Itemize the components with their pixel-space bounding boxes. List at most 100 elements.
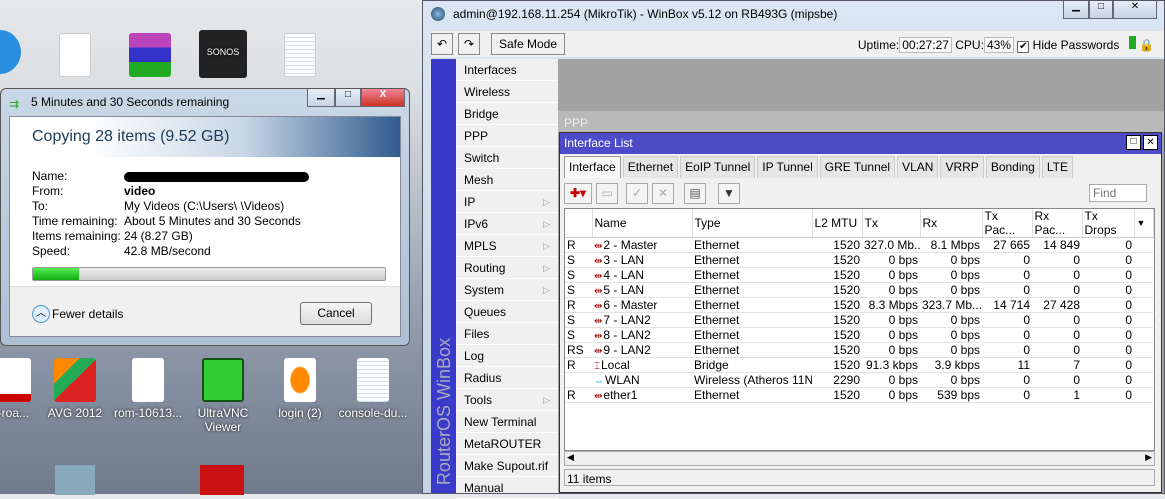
menu-item-wireless[interactable]: Wireless xyxy=(456,81,558,103)
add-button[interactable]: ✚▾ xyxy=(564,183,592,204)
safe-mode-button[interactable]: Safe Mode xyxy=(491,33,565,55)
ppp-window-title[interactable]: PPP xyxy=(558,111,1164,133)
menu-item-make-supout-rif[interactable]: Make Supout.rif xyxy=(456,455,558,477)
fewer-details-link[interactable]: Fewer details xyxy=(52,307,123,321)
remove-button[interactable]: ▭ xyxy=(596,183,618,204)
column-header[interactable]: Tx Drops xyxy=(1082,209,1135,238)
menu-item-system[interactable]: System ▷ xyxy=(456,279,558,301)
menu-item-manual[interactable]: Manual xyxy=(456,477,558,499)
desktop-icon-avg[interactable]: AVG 2012 xyxy=(35,358,115,420)
table-row[interactable]: S ⇹5 - LAN Ethernet 1520 0 bps 0 bps 0 0 0 xyxy=(565,282,1153,298)
cell-rx-packets: 27 428 xyxy=(1032,297,1082,313)
comment-button[interactable]: ▤ xyxy=(684,183,706,204)
desktop-icon-login[interactable]: login (2) xyxy=(260,358,340,420)
table-row[interactable]: S ⇹3 - LAN Ethernet 1520 0 bps 0 bps 0 0 0 xyxy=(565,252,1153,268)
cell-name: ⇔WLAN xyxy=(592,372,692,388)
tab-lte[interactable]: LTE xyxy=(1041,156,1073,178)
value-from[interactable]: video xyxy=(124,184,155,199)
tab-vlan[interactable]: VLAN xyxy=(897,156,939,178)
maximize-button[interactable]: □ xyxy=(1089,1,1113,19)
desktop-icon-sonos[interactable]: SONOS xyxy=(183,30,263,82)
menu-item-mpls[interactable]: MPLS ▷ xyxy=(456,235,558,257)
table-row[interactable]: RS ⇹9 - LAN2 Ethernet 1520 0 bps 0 bps 0 0 0 xyxy=(565,342,1153,358)
find-input[interactable] xyxy=(1089,184,1147,202)
table-row[interactable]: S ⇹7 - LAN2 Ethernet 1520 0 bps 0 bps 0 0 0 xyxy=(565,312,1153,328)
cancel-button[interactable]: Cancel xyxy=(300,302,372,325)
desktop-icon-rom[interactable]: rom-10613... xyxy=(108,358,188,420)
menu-item-log[interactable]: Log xyxy=(456,345,558,367)
column-header[interactable]: Rx Pac... xyxy=(1032,209,1083,238)
tab-ethernet[interactable]: Ethernet xyxy=(622,156,679,178)
menu-item-radius[interactable]: Radius xyxy=(456,367,558,389)
interface-list-window: Interface List □ ✕ Interface Ethernet EoIP… xyxy=(559,132,1162,493)
maximize-button[interactable]: □ xyxy=(1126,135,1141,150)
menu-item-mesh[interactable]: Mesh xyxy=(456,169,558,191)
column-header[interactable]: Tx Pac... xyxy=(982,209,1033,238)
desktop-icon-text[interactable] xyxy=(260,33,340,81)
menu-item-metarouter[interactable]: MetaROUTER xyxy=(456,433,558,455)
tab-bonding[interactable]: Bonding xyxy=(985,156,1040,178)
column-chooser-icon[interactable]: ▼ xyxy=(1134,209,1154,238)
table-row[interactable]: R ⇹6 - Master Ethernet 1520 8.3 Mbps 323.7 Mb… xyxy=(565,297,1153,313)
cell-text: 0 xyxy=(1125,313,1132,327)
value-to[interactable]: My Videos (C:\Users\ \Videos) xyxy=(124,199,284,214)
submenu-arrow-icon: ▷ xyxy=(543,197,550,207)
minimize-button[interactable]: ▁ xyxy=(1063,1,1089,19)
desktop-icon-ultravnc[interactable]: UltraVNC Viewer xyxy=(183,358,263,434)
column-header[interactable]: Name xyxy=(592,209,693,238)
minimize-button[interactable]: ▁ xyxy=(307,89,335,107)
desktop-icon-quicktime[interactable] xyxy=(0,30,40,78)
chevron-up-icon[interactable]: ︿ xyxy=(32,305,50,323)
close-button[interactable]: X xyxy=(361,89,405,107)
value-items-remaining: 24 (8.27 GB) xyxy=(124,229,193,243)
menu-item-bridge[interactable]: Bridge xyxy=(456,103,558,125)
table-row[interactable]: S ⇹8 - LAN2 Ethernet 1520 0 bps 0 bps 0 0 0 xyxy=(565,327,1153,343)
menu-item-routing[interactable]: Routing ▷ xyxy=(456,257,558,279)
menu-item-label: IP xyxy=(464,195,476,209)
table-row[interactable]: R ⇹2 - Master Ethernet 1520 327.0 Mb... 8.1 M… xyxy=(565,237,1153,253)
redo-icon[interactable]: ↷ xyxy=(458,33,480,55)
menu-item-new-terminal[interactable]: New Terminal xyxy=(456,411,558,433)
column-header[interactable]: Rx xyxy=(920,209,983,238)
filter-icon[interactable]: ▼ xyxy=(718,183,740,204)
scroll-right-icon[interactable]: ▶ xyxy=(1145,452,1152,463)
disable-button[interactable]: ✕ xyxy=(652,183,674,204)
hide-passwords-checkbox[interactable]: ✔ xyxy=(1017,41,1030,53)
cell-type: Ethernet xyxy=(692,297,812,313)
table-row[interactable]: S ⇹4 - LAN Ethernet 1520 0 bps 0 bps 0 0 0 xyxy=(565,267,1153,283)
menu-item-ip[interactable]: IP ▷ xyxy=(456,191,558,213)
desktop-icon-console[interactable]: console-du... xyxy=(333,358,413,420)
column-header[interactable]: L2 MTU xyxy=(812,209,863,238)
tab-vrrp[interactable]: VRRP xyxy=(940,156,984,178)
tab-ip-tunnel[interactable]: IP Tunnel xyxy=(757,156,818,178)
menu-item-interfaces[interactable]: Interfaces xyxy=(456,59,558,81)
table-row[interactable]: R ⌶Local Bridge 1520 91.3 kbps 3.9 kbps 11 7 0 xyxy=(565,357,1153,373)
column-header[interactable]: Tx xyxy=(862,209,921,238)
cell-rx: 0 bps xyxy=(920,327,982,343)
menu-item-queues[interactable]: Queues xyxy=(456,301,558,323)
menu-item-tools[interactable]: Tools ▷ xyxy=(456,389,558,411)
virtualbox-icon[interactable] xyxy=(55,465,95,495)
menu-item-ipv6[interactable]: IPv6 ▷ xyxy=(456,213,558,235)
enable-button[interactable]: ✓ xyxy=(626,183,648,204)
desktop-icon-file[interactable] xyxy=(35,33,115,81)
menu-item-ppp[interactable]: PPP xyxy=(456,125,558,147)
winbox-app-icon xyxy=(431,7,445,21)
table-row[interactable]: ⇔WLAN Wireless (Atheros 11N) 2290 0 bps 0 bp… xyxy=(565,372,1153,388)
menu-item-switch[interactable]: Switch xyxy=(456,147,558,169)
tab-interface[interactable]: Interface xyxy=(564,156,621,178)
column-header[interactable]: Type xyxy=(692,209,813,238)
undo-icon[interactable]: ↶ xyxy=(431,33,453,55)
tab-gre-tunnel[interactable]: GRE Tunnel xyxy=(819,156,896,178)
close-button[interactable]: ✕ xyxy=(1113,1,1157,19)
scroll-left-icon[interactable]: ◀ xyxy=(567,452,574,463)
menu-item-files[interactable]: Files xyxy=(456,323,558,345)
table-row[interactable]: R ⇹ether1 Ethernet 1520 0 bps 539 bps 0 1 0 xyxy=(565,387,1153,403)
column-header[interactable] xyxy=(565,209,593,238)
tab-eoip-tunnel[interactable]: EoIP Tunnel xyxy=(680,156,756,178)
desktop-icon-winrar[interactable] xyxy=(110,33,190,81)
maximize-button[interactable]: □ xyxy=(335,89,361,107)
horizontal-scrollbar[interactable]: ◀ ▶ xyxy=(564,451,1155,466)
close-button[interactable]: ✕ xyxy=(1143,135,1158,150)
filezilla-icon[interactable] xyxy=(200,465,244,495)
